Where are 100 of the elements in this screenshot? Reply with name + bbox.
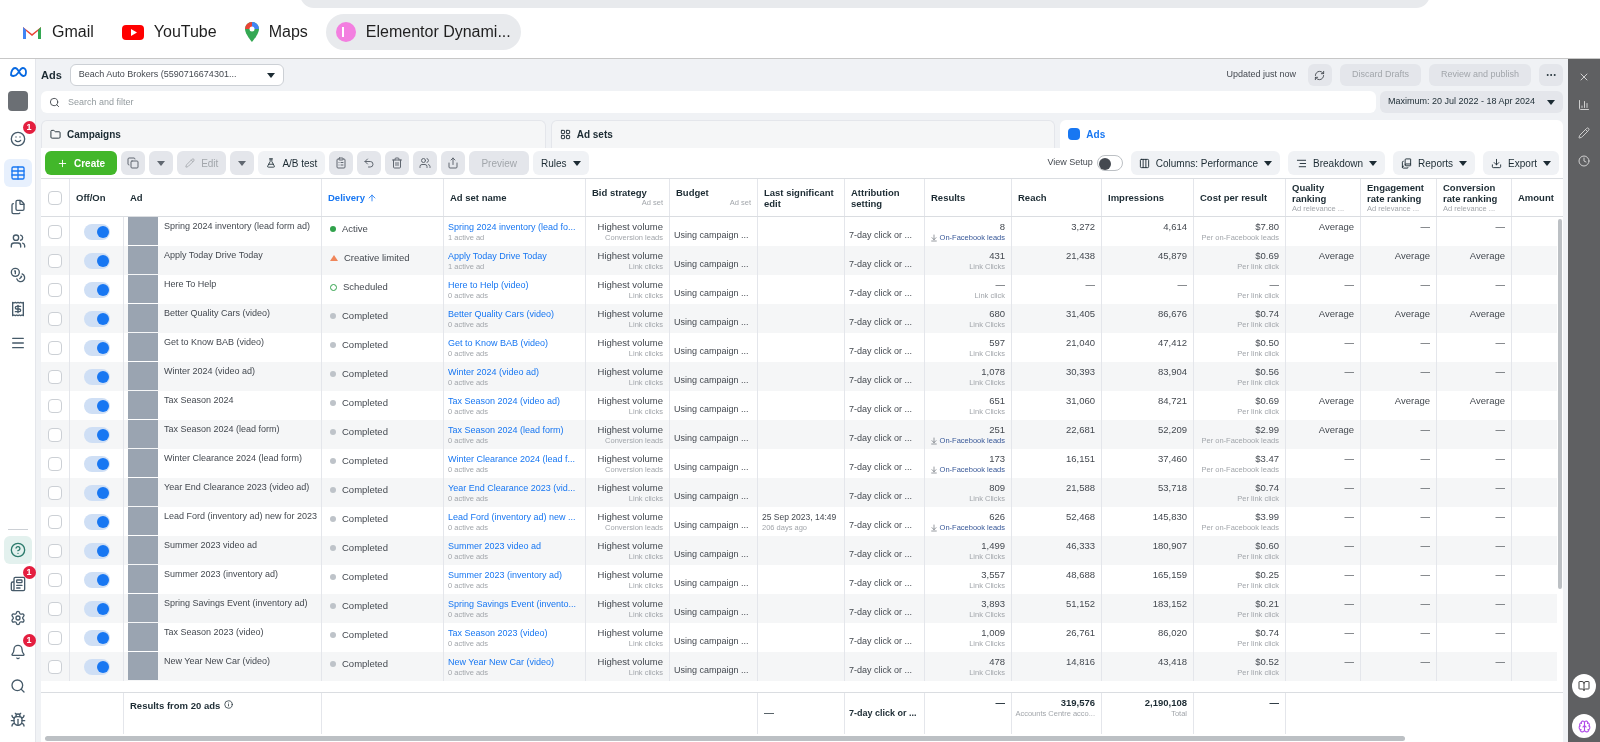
clipboard-button[interactable]: [329, 151, 354, 175]
tab[interactable]: Ad sets: [550, 120, 1056, 148]
column-header[interactable]: Engagement rate ranking: [1367, 181, 1430, 204]
column-header[interactable]: Ad set name: [450, 192, 579, 203]
ad-name[interactable]: Year End Clearance 2023 (video ad): [164, 478, 310, 507]
toggle-switch[interactable]: [83, 629, 110, 646]
ad-set-link[interactable]: Year End Clearance 2023 (vid...: [448, 482, 576, 494]
toggle-switch[interactable]: [83, 281, 110, 298]
ad-name[interactable]: Summer 2023 (inventory ad): [164, 565, 279, 594]
ad-name[interactable]: Spring Savings Event (inventory ad): [164, 594, 308, 623]
ad-set-link[interactable]: Spring Savings Event (invento...: [448, 598, 577, 610]
ad-name[interactable]: Winter 2024 (video ad): [164, 362, 256, 391]
toggle-switch[interactable]: [83, 310, 110, 327]
column-header[interactable]: Off/On: [76, 192, 118, 203]
row-checkbox[interactable]: [48, 224, 62, 239]
horizontal-scrollbar[interactable]: [45, 735, 1405, 741]
tab[interactable]: Ads: [1060, 120, 1563, 148]
bookmark-link[interactable]: Maps: [234, 14, 318, 50]
row-checkbox[interactable]: [48, 253, 62, 268]
row-checkbox[interactable]: [48, 427, 62, 442]
toggle-switch[interactable]: [83, 455, 110, 472]
ad-name[interactable]: Tax Season 2024: [164, 391, 234, 420]
row-checkbox[interactable]: [48, 311, 62, 326]
row-checkbox[interactable]: [48, 456, 62, 471]
toolbar-dropdown[interactable]: Columns: Performance: [1130, 151, 1281, 175]
ad-name[interactable]: Tax Season 2023 (video): [164, 623, 264, 652]
ad-name[interactable]: Get to Know BAB (video): [164, 333, 265, 362]
account-photo-placeholder[interactable]: [7, 91, 28, 111]
toggle-switch[interactable]: [1096, 155, 1123, 171]
nav-item[interactable]: [3, 536, 32, 564]
toggle-switch[interactable]: [83, 658, 110, 675]
row-checkbox[interactable]: [48, 514, 62, 529]
ad-set-link[interactable]: New Year New Car (video): [448, 656, 555, 668]
select-all-checkbox[interactable]: [48, 190, 62, 205]
row-checkbox[interactable]: [48, 340, 62, 355]
toggle-switch[interactable]: [83, 513, 110, 530]
ab-test-button[interactable]: A/B test: [258, 151, 326, 175]
brain-button[interactable]: [1572, 714, 1596, 738]
ad-set-link[interactable]: Tax Season 2024 (video ad): [448, 395, 561, 407]
bookmark-link[interactable]: YouTube: [111, 14, 227, 50]
column-header[interactable]: Results: [931, 192, 1005, 203]
people-button[interactable]: [413, 151, 438, 175]
row-checkbox[interactable]: [48, 659, 62, 674]
toolbar-dropdown[interactable]: Export: [1483, 151, 1559, 175]
ad-name[interactable]: Spring 2024 inventory (lead form ad): [164, 217, 311, 246]
column-header[interactable]: Conversion rate ranking: [1443, 181, 1505, 204]
toggle-switch[interactable]: [83, 339, 110, 356]
dropdown-button[interactable]: [149, 151, 174, 175]
row-checkbox[interactable]: [48, 572, 62, 587]
row-checkbox[interactable]: [48, 630, 62, 645]
date-range-dropdown[interactable]: Maximum: 20 Jul 2022 - 18 Apr 2024: [1379, 91, 1563, 113]
column-header[interactable]: Bid strategy: [592, 187, 663, 198]
nav-item[interactable]: [3, 159, 32, 187]
ad-name[interactable]: Apply Today Drive Today: [164, 246, 263, 275]
column-header[interactable]: Last significant edit: [764, 186, 838, 209]
toggle-switch[interactable]: [83, 600, 110, 617]
ad-set-link[interactable]: Winter Clearance 2024 (lead f...: [448, 453, 576, 465]
column-header[interactable]: Ad: [130, 192, 315, 203]
row-checkbox[interactable]: [48, 601, 62, 616]
toggle-switch[interactable]: [83, 542, 110, 559]
ad-name[interactable]: Summer 2023 video ad: [164, 536, 258, 565]
bookmark-link[interactable]: Gmail: [12, 14, 104, 50]
toggle-switch[interactable]: [83, 397, 110, 414]
ad-set-link[interactable]: Summer 2023 (inventory ad): [448, 569, 563, 581]
account-dropdown[interactable]: Beach Auto Brokers (5590716674301...: [69, 64, 284, 86]
toggle-switch[interactable]: [83, 426, 110, 443]
ad-set-link[interactable]: Tax Season 2024 (lead form): [448, 424, 564, 436]
ad-name[interactable]: Better Quality Cars (video): [164, 304, 271, 333]
row-checkbox[interactable]: [48, 543, 62, 558]
vertical-scrollbar[interactable]: [1558, 219, 1562, 589]
row-checkbox[interactable]: [48, 398, 62, 413]
toolbar-dropdown[interactable]: Breakdown: [1288, 151, 1386, 175]
ad-name[interactable]: Winter Clearance 2024 (lead form): [164, 449, 303, 478]
ad-set-link[interactable]: Winter 2024 (video ad): [448, 366, 540, 378]
dropdown-button[interactable]: [230, 151, 255, 175]
ad-set-link[interactable]: Spring 2024 inventory (lead fo...: [448, 221, 576, 233]
ad-set-link[interactable]: Get to Know BAB (video): [448, 337, 549, 349]
column-header[interactable]: Quality ranking: [1292, 181, 1354, 204]
duplicate-button[interactable]: [121, 151, 146, 175]
column-header[interactable]: Budget: [676, 187, 751, 198]
column-header[interactable]: Delivery: [328, 192, 437, 203]
delete-button[interactable]: [385, 151, 410, 175]
tab[interactable]: Campaigns: [41, 120, 546, 148]
column-header[interactable]: Cost per result: [1200, 192, 1279, 203]
ad-name[interactable]: New Year New Car (video): [164, 652, 271, 681]
toggle-switch[interactable]: [83, 223, 110, 240]
column-header[interactable]: Impressions: [1108, 192, 1187, 203]
row-checkbox[interactable]: [48, 369, 62, 384]
ad-set-link[interactable]: Apply Today Drive Today: [448, 250, 547, 262]
ad-name[interactable]: Here To Help: [164, 275, 217, 304]
rules-button[interactable]: Rules: [532, 151, 589, 175]
share-button[interactable]: [441, 151, 466, 175]
toggle-switch[interactable]: [83, 571, 110, 588]
ad-set-link[interactable]: Tax Season 2023 (video): [448, 627, 548, 639]
toolbar-dropdown[interactable]: Reports: [1393, 151, 1476, 175]
ad-set-link[interactable]: Lead Ford (inventory ad) new ...: [448, 511, 576, 523]
toggle-switch[interactable]: [83, 252, 110, 269]
ad-set-link[interactable]: Here to Help (video): [448, 279, 529, 291]
ad-set-link[interactable]: Better Quality Cars (video): [448, 308, 555, 320]
column-header[interactable]: Reach: [1018, 192, 1095, 203]
